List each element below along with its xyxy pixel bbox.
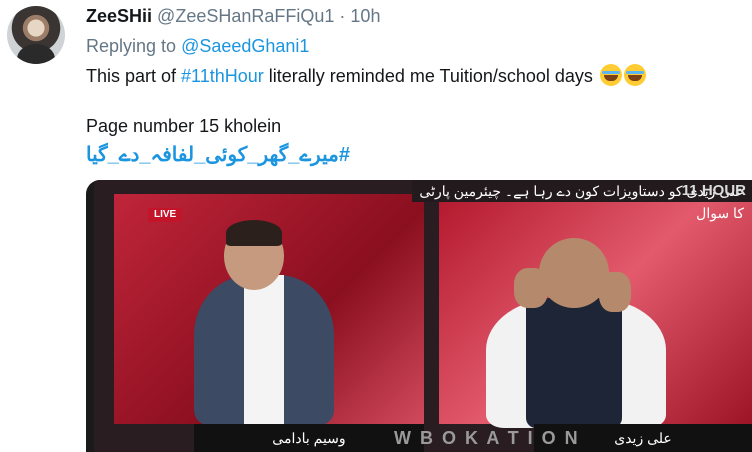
channel-logo: 11 HOUR	[681, 182, 746, 199]
laughing-emoji-icon	[623, 64, 646, 86]
guest-hand-left	[514, 268, 548, 308]
host-shirt	[244, 275, 284, 425]
timestamp[interactable]: 10h	[350, 6, 380, 26]
tweet-header: ZeeSHii @ZeeSHanRaFFiQu1 · 10h	[86, 6, 380, 27]
tweet-video[interactable]: علی زیدی کو دستاویزات کون دے رہا ہے۔ چیئ…	[86, 180, 752, 452]
video-frame: علی زیدی کو دستاویزات کون دے رہا ہے۔ چیئ…	[94, 180, 752, 452]
tweet-text: This part of #11thHour literally reminde…	[86, 64, 646, 88]
laughing-emoji-icon	[599, 64, 622, 86]
nameplate-left: وسیم بادامی	[194, 424, 424, 452]
tweet-text-line2: Page number 15 kholein	[86, 116, 282, 136]
tweet-text-part2: literally reminded me Tuition/school day…	[263, 66, 593, 86]
host-hair	[226, 220, 282, 246]
separator: ·	[339, 6, 346, 26]
avatar-figure	[17, 44, 55, 64]
guest-vest	[526, 298, 622, 428]
avatar[interactable]	[7, 6, 65, 64]
replying-to: Replying to @SaeedGhani1	[86, 36, 309, 57]
display-name[interactable]: ZeeSHii	[86, 6, 152, 26]
tweet-text-part1: This part of	[86, 66, 182, 86]
hashtag-link[interactable]: #11thHour	[181, 66, 264, 86]
replying-to-link[interactable]: @SaeedGhani1	[181, 36, 309, 56]
watermark: W B O K A T I O N	[394, 428, 580, 448]
guest-hand-right	[599, 272, 631, 312]
user-handle[interactable]: @ZeeSHanRaFFiQu1	[157, 6, 334, 26]
replying-prefix: Replying to	[86, 36, 177, 56]
live-badge: LIVE	[148, 208, 183, 222]
urdu-hashtag-link[interactable]: #میرے_گھر_کوئی_لفافہ_دے_گیا	[86, 142, 350, 167]
